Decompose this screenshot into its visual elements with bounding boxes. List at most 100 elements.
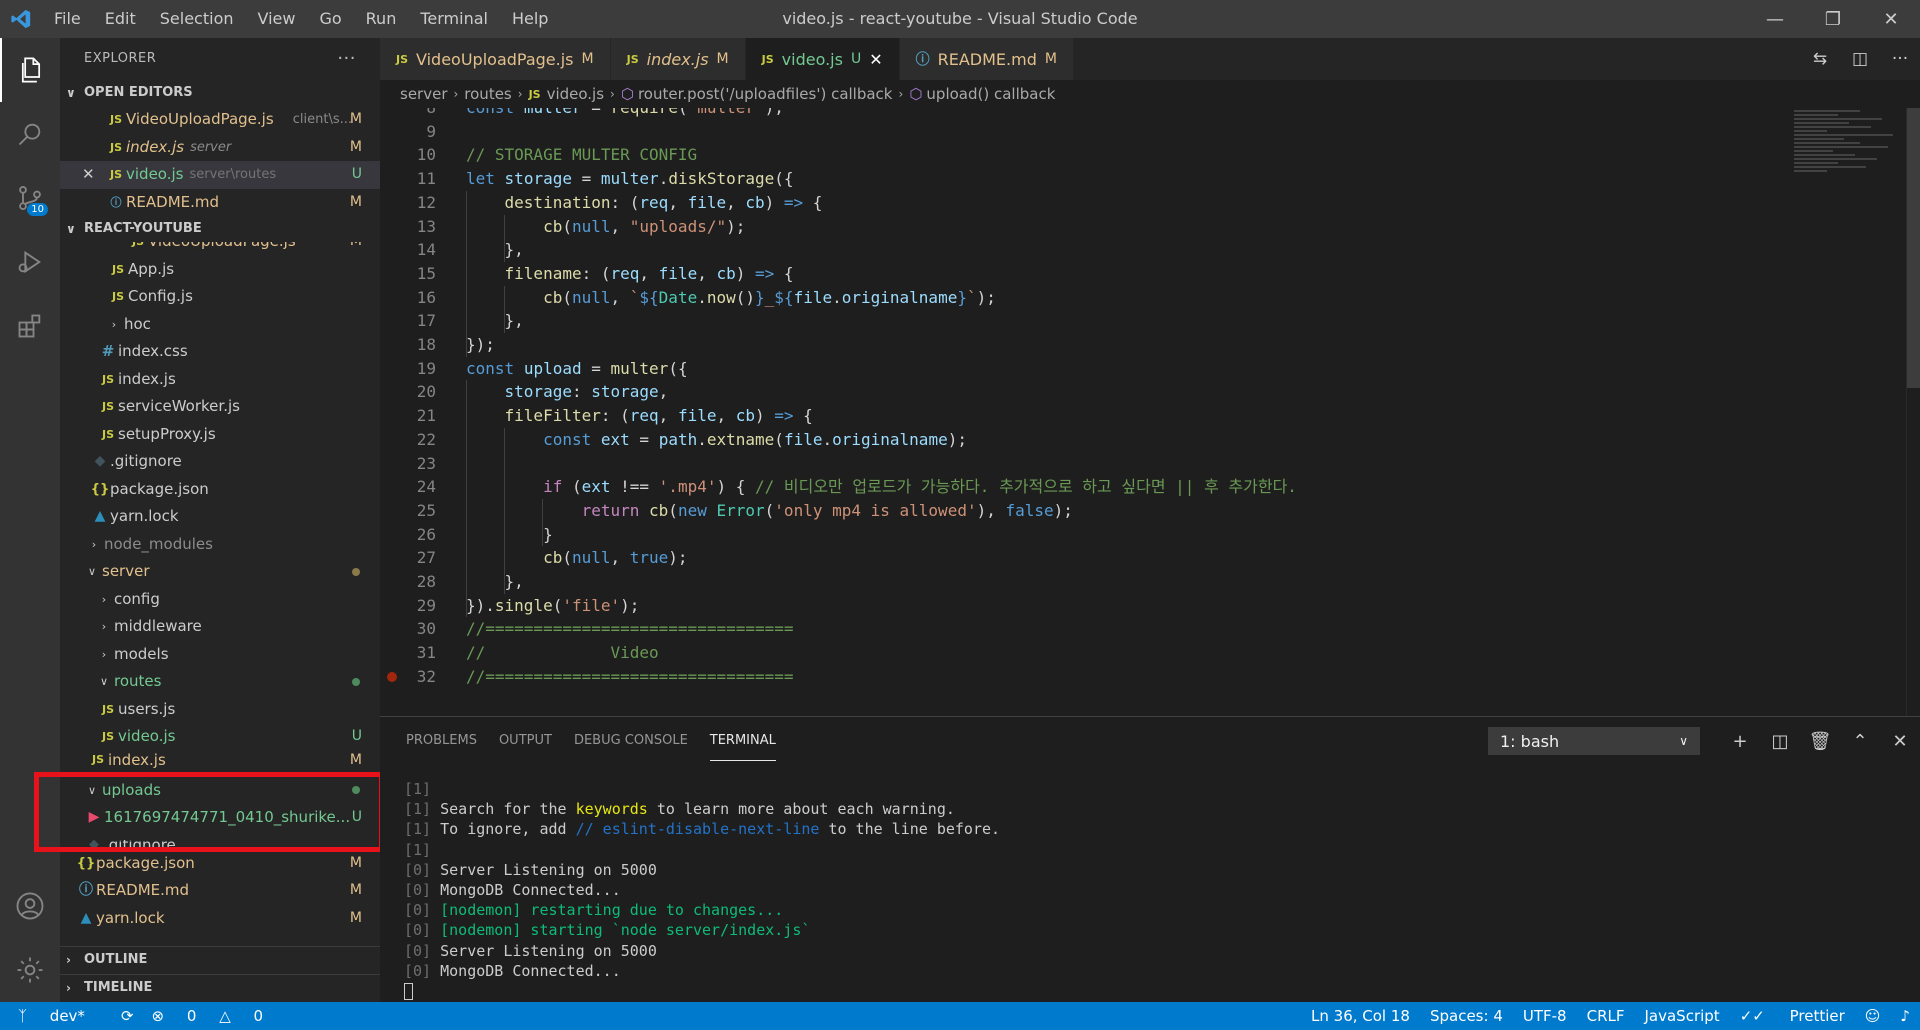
breadcrumb-file[interactable]: video.js	[547, 85, 604, 103]
new-terminal-icon[interactable]: +	[1720, 731, 1760, 752]
feedback-icon[interactable]: ☺	[1865, 1007, 1881, 1025]
code-line: 26 }	[380, 523, 1900, 547]
menu-view[interactable]: View	[246, 0, 308, 38]
terminal-select[interactable]: 1: bash ∨	[1488, 727, 1700, 755]
language-mode[interactable]: JavaScript	[1644, 1007, 1719, 1025]
scrollbar-thumb[interactable]	[1907, 108, 1920, 388]
tree-folder[interactable]: › node_modules	[60, 531, 380, 559]
menu-terminal[interactable]: Terminal	[408, 0, 500, 38]
open-editors-header[interactable]: ∨ OPEN EDITORS	[60, 80, 380, 106]
line-number: 22	[416, 429, 436, 449]
trash-icon[interactable]: 🗑	[1800, 731, 1840, 752]
tree-item[interactable]: JSVideoUploadPage.jsM	[60, 242, 380, 256]
tree-item[interactable]: JS serviceWorker.js	[60, 393, 380, 421]
tree-item[interactable]: JS users.js	[60, 696, 380, 724]
explorer-icon[interactable]	[0, 38, 60, 102]
minimap[interactable]	[1794, 108, 1904, 228]
open-editor-item-active[interactable]: ✕ JS video.js server\routes U	[60, 161, 380, 189]
menu-run[interactable]: Run	[354, 0, 409, 38]
close-panel-icon[interactable]: ✕	[1880, 731, 1920, 752]
menu-go[interactable]: Go	[307, 0, 353, 38]
timeline-header[interactable]: › TIMELINE	[60, 975, 380, 1001]
tree-item[interactable]: # index.css	[60, 338, 380, 366]
open-editor-item[interactable]: JS index.js server M	[60, 134, 380, 162]
indentation[interactable]: Spaces: 4	[1430, 1007, 1503, 1025]
close-tab-icon[interactable]: ✕	[869, 50, 882, 69]
tree-item[interactable]: JS index.js M	[60, 751, 380, 769]
tree-item[interactable]: JS App.js	[60, 256, 380, 284]
tree-item[interactable]: JS setupProxy.js	[60, 421, 380, 449]
line-endings[interactable]: CRLF	[1587, 1007, 1625, 1025]
more-actions-icon[interactable]: ···	[1880, 49, 1920, 69]
tree-folder[interactable]: ∨ server	[60, 558, 380, 586]
git-status: M	[350, 242, 362, 256]
tree-folder[interactable]: › config	[60, 586, 380, 614]
tree-item[interactable]: JS video.js U	[60, 723, 380, 751]
open-editor-item[interactable]: JS VideoUploadPage.js client\s... M	[60, 106, 380, 134]
menu-selection[interactable]: Selection	[148, 0, 246, 38]
problems-status[interactable]: ⊗ 0 △ 0	[152, 1007, 282, 1025]
terminal-output[interactable]: [1] [1] Search for the keywords to learn…	[404, 779, 1000, 1001]
close-window-icon[interactable]: ✕	[1862, 0, 1920, 38]
tab-video-js[interactable]: JS video.js U ✕	[745, 38, 900, 80]
tree-folder[interactable]: › middleware	[60, 613, 380, 641]
tab-debug-console[interactable]: DEBUG CONSOLE	[574, 717, 688, 765]
tab-terminal[interactable]: TERMINAL	[709, 721, 776, 761]
menu-file[interactable]: File	[42, 0, 93, 38]
prettier-status[interactable]: ✓✓ Prettier	[1740, 1007, 1845, 1025]
run-debug-icon[interactable]	[0, 230, 60, 294]
extensions-icon[interactable]	[0, 294, 60, 358]
code-editor[interactable]: 8 const multer = require('multer'); 9 10 // …	[380, 108, 1920, 716]
tab-readme[interactable]: ⓘ README.md M	[899, 38, 1074, 80]
outline-header[interactable]: › OUTLINE	[60, 947, 380, 973]
cursor-position[interactable]: Ln 36, Col 18	[1311, 1007, 1410, 1025]
project-header[interactable]: ∨ REACT-YOUTUBE	[60, 216, 380, 242]
tree-folder[interactable]: ∨ uploads	[60, 777, 380, 805]
tree-item[interactable]: JS index.js	[60, 366, 380, 394]
tree-folder[interactable]: › hoc	[60, 311, 380, 339]
tree-item[interactable]: ▲ yarn.lock M	[60, 905, 380, 933]
breadcrumb-symbol[interactable]: upload() callback	[926, 85, 1055, 103]
encoding[interactable]: UTF-8	[1523, 1007, 1567, 1025]
maximize-panel-icon[interactable]: ⌃	[1840, 731, 1880, 752]
breadcrumb-routes[interactable]: routes	[464, 85, 511, 103]
editor-scrollbar[interactable]	[1906, 108, 1920, 716]
settings-gear-icon[interactable]	[0, 938, 60, 1002]
accounts-icon[interactable]	[0, 874, 60, 938]
menu-help[interactable]: Help	[500, 0, 560, 38]
tree-item[interactable]: ◆ .gitignore	[60, 448, 380, 476]
tree-item[interactable]: ▲ yarn.lock	[60, 503, 380, 531]
breakpoint-icon[interactable]	[387, 671, 397, 682]
split-editor-icon[interactable]: ◫	[1840, 49, 1880, 69]
tree-item[interactable]: ⓘ README.md M	[60, 877, 380, 905]
tree-item[interactable]: ▶ 1617697474771_0410_shurike... U	[60, 804, 380, 832]
tab-problems[interactable]: PROBLEMS	[406, 717, 477, 765]
branch-status[interactable]: ᛉ dev*	[18, 1007, 103, 1025]
menu-edit[interactable]: Edit	[93, 0, 148, 38]
split-terminal-icon[interactable]: ◫	[1760, 731, 1800, 752]
sync-icon[interactable]: ⟳	[121, 1007, 134, 1025]
tree-item[interactable]: {} package.json M	[60, 850, 380, 878]
open-changes-icon[interactable]: ⇆	[1800, 49, 1840, 69]
tab-videouploadpage[interactable]: JS VideoUploadPage.js M	[380, 38, 611, 80]
more-actions-icon[interactable]: ···	[337, 38, 356, 80]
minimize-icon[interactable]: —	[1746, 0, 1804, 38]
tree-item-name: models	[114, 644, 169, 663]
tree-folder[interactable]: › models	[60, 641, 380, 669]
restore-icon[interactable]: ❐	[1804, 0, 1862, 38]
tree-item[interactable]: ◆ .gitignore	[60, 832, 380, 850]
open-editor-item[interactable]: ⓘ README.md M	[60, 189, 380, 217]
tree-item[interactable]: JS Config.js	[60, 283, 380, 311]
search-icon[interactable]	[0, 102, 60, 166]
tab-index-js[interactable]: JS index.js M	[610, 38, 746, 80]
tab-output[interactable]: OUTPUT	[499, 717, 552, 765]
tree-item[interactable]: {} package.json	[60, 476, 380, 504]
tree-folder[interactable]: ∨ routes	[60, 668, 380, 696]
source-control-icon[interactable]: 10	[0, 166, 60, 230]
breadcrumb-server[interactable]: server	[400, 85, 447, 103]
line-number: 28	[416, 572, 436, 591]
notifications-bell-icon[interactable]: ♪	[1900, 1007, 1910, 1025]
breadcrumb-symbol[interactable]: router.post('/uploadfiles') callback	[638, 85, 893, 103]
close-editor-icon[interactable]: ✕	[82, 161, 106, 189]
tree-item-name: users.js	[118, 699, 176, 718]
